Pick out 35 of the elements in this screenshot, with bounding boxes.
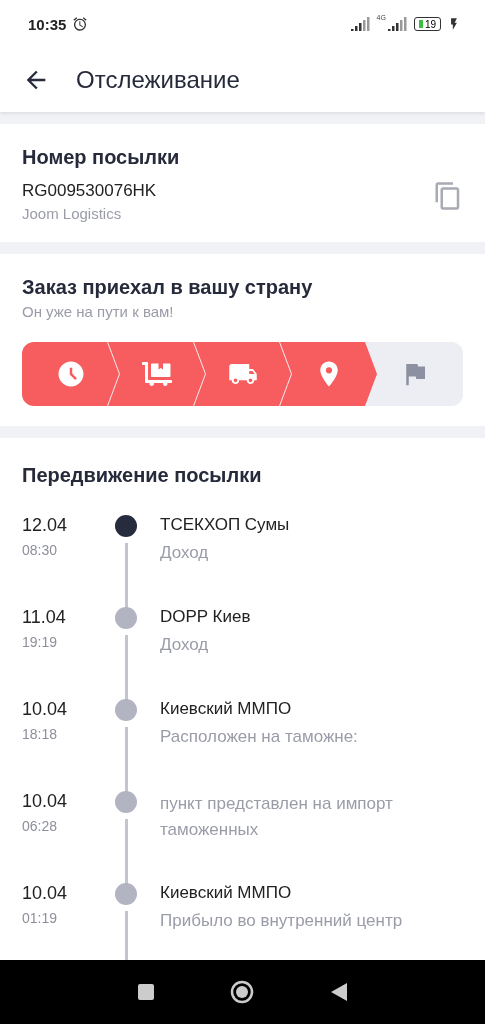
event-time: 08:30 [22, 542, 59, 558]
event-time: 19:19 [22, 634, 59, 650]
event-date: 10.04 [22, 699, 69, 720]
event-date: 11.04 [22, 607, 67, 628]
battery-percent: 19 [424, 18, 436, 30]
event-description: Прибыло во внутренний центр [160, 910, 404, 932]
event-description: Доход [160, 542, 210, 564]
tracking-number: RG009530076HK [22, 181, 157, 201]
signal-icon [387, 17, 408, 31]
event-time: 06:28 [22, 818, 59, 834]
event-place: Киевский ММПО [160, 699, 293, 719]
back-nav-icon[interactable] [330, 983, 347, 1001]
section-title: Передвижение посылки [22, 464, 263, 487]
carrier-name: Joom Logistics [22, 205, 123, 222]
section-title: Номер посылки [22, 146, 181, 169]
event-description: Доход [160, 634, 210, 656]
cart-icon [141, 359, 172, 389]
event-description: пункт представлен на импорт таможенных [160, 793, 394, 841]
section-title: Заказ приехал в вашу страну [22, 276, 314, 299]
alarm-icon [72, 16, 89, 32]
event-place: DOPP Киев [160, 607, 252, 627]
event-description: Расположен на таможне: [160, 726, 359, 748]
event-date: 12.04 [22, 515, 69, 536]
status-subtitle: Он уже на пути к вам! [22, 303, 175, 320]
event-place: Киевский ММПО [160, 883, 293, 903]
event-date: 10.04 [22, 883, 69, 904]
status-time: 10:35 [28, 15, 67, 33]
home-icon[interactable] [230, 980, 255, 1004]
event-time: 01:19 [22, 910, 59, 926]
signal-icon [350, 17, 371, 31]
event-time: 18:18 [22, 726, 59, 742]
event-date: 10.04 [22, 791, 69, 812]
page-title: Отслеживание [76, 66, 240, 94]
event-place: ТСЕКХОП Сумы [160, 515, 291, 535]
recents-icon[interactable] [138, 984, 155, 1000]
